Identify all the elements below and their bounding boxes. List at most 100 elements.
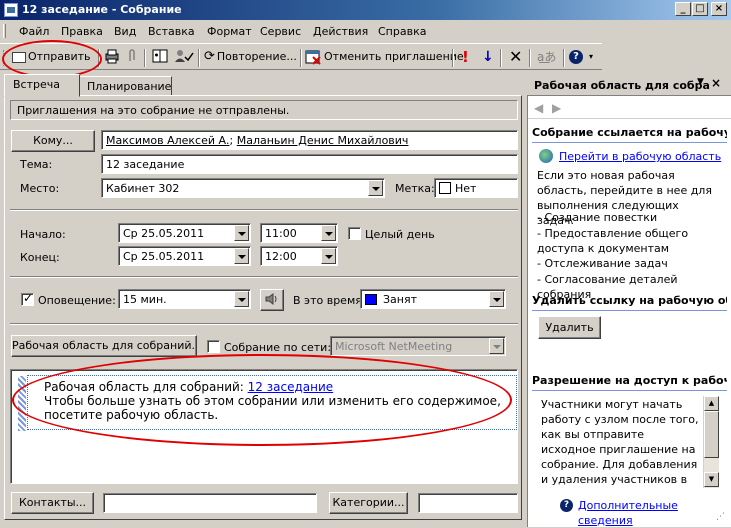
importance-low-icon[interactable]: ↓ <box>482 48 494 68</box>
reminder-sound-button[interactable] <box>260 289 284 311</box>
menu-insert[interactable]: Вставка <box>148 25 195 38</box>
chevron-down-icon[interactable] <box>489 291 504 307</box>
chevron-down-icon[interactable] <box>234 291 249 307</box>
minimize-button[interactable]: _ <box>675 2 691 16</box>
scroll-down-icon[interactable]: ▼ <box>704 472 719 487</box>
workspace-prefix: Рабочая область для собраний: <box>44 380 248 394</box>
delete-icon[interactable]: ✕ <box>509 48 522 68</box>
task-pane-nav: ◀ ▶ <box>528 97 731 119</box>
online-meeting-checkbox[interactable] <box>207 340 220 353</box>
send-button[interactable]: Отправить <box>12 48 91 68</box>
print-button[interactable] <box>104 48 120 68</box>
tab-appointment[interactable]: Встреча <box>4 74 80 97</box>
remove-link-button[interactable]: Удалить <box>538 316 601 339</box>
info-bar: Приглашения на это собрание не отправлен… <box>10 100 518 120</box>
workspace-description: Чтобы больше узнать об этом собрании или… <box>44 394 501 422</box>
reminder-checkbox[interactable] <box>21 291 34 306</box>
back-arrow-icon[interactable]: ◀ <box>534 101 543 115</box>
chevron-down-icon[interactable] <box>489 338 504 354</box>
close-button[interactable]: × <box>711 2 727 16</box>
menu-file[interactable]: Файл <box>19 25 49 38</box>
title-bar: 12 заседание - Собрание _ □ × <box>0 0 731 20</box>
chevron-down-icon[interactable] <box>234 248 249 264</box>
attach-button[interactable] <box>126 48 138 68</box>
scroll-up-icon[interactable]: ▲ <box>704 396 719 411</box>
end-time-value: 12:00 <box>265 250 297 263</box>
chevron-down-icon[interactable] <box>321 225 336 241</box>
forward-arrow-icon[interactable]: ▶ <box>552 101 561 115</box>
help-button[interactable]: ? <box>569 48 583 68</box>
menu-edit[interactable]: Правка <box>61 25 103 38</box>
toolbar-separator <box>452 49 454 67</box>
notes-body[interactable]: Рабочая область для собраний: 12 заседан… <box>10 369 518 484</box>
subject-input[interactable]: 12 заседание <box>101 154 518 174</box>
chevron-down-icon[interactable]: ▼ <box>697 77 704 87</box>
reminder-dropdown[interactable]: 15 мин. <box>118 289 251 309</box>
divider <box>10 276 518 278</box>
end-date-dropdown[interactable]: Ср 25.05.2011 <box>118 246 251 266</box>
section-rule <box>532 310 727 311</box>
online-meeting-label: Собрание по сети: <box>224 341 332 354</box>
recurrence-button[interactable]: ⟳ Повторение... <box>204 48 297 68</box>
more-info-link[interactable]: Дополнительные сведения <box>578 498 731 528</box>
address-book-button[interactable] <box>152 48 170 68</box>
start-label: Начало: <box>20 228 66 241</box>
location-label: Место: <box>20 182 60 195</box>
tab-strip: Встреча Планирование <box>4 74 522 97</box>
tab-scheduling[interactable]: Планирование <box>78 76 172 96</box>
permission-scrollbar[interactable]: ▲ ▼ <box>703 396 719 488</box>
attendee-1[interactable]: Максимов Алексей А. <box>106 134 230 147</box>
importance-high-icon[interactable]: ! <box>462 48 469 68</box>
show-as-dropdown[interactable]: Занят <box>360 289 506 309</box>
label-dropdown[interactable]: Нет <box>434 178 518 198</box>
categories-button[interactable]: Категории... <box>329 492 408 514</box>
menu-format[interactable]: Формат <box>207 25 252 38</box>
toolbar-options-chevron-icon[interactable]: ▾ <box>589 48 593 68</box>
chevron-down-icon[interactable] <box>321 248 336 264</box>
goto-workspace-link[interactable]: Перейти в рабочую область <box>559 149 721 164</box>
contacts-input[interactable] <box>103 493 317 513</box>
contacts-button[interactable]: Контакты... <box>11 492 94 514</box>
permission-description: Участники могут начать работу с узлом по… <box>541 398 699 486</box>
label-label: Метка: <box>395 182 435 195</box>
attendees-field[interactable]: Максимов Алексей А.; Маланьин Денис Миха… <box>101 130 518 150</box>
meeting-workspace-button[interactable]: Рабочая область для собраний... <box>11 335 197 357</box>
task-pane-header: Рабочая область для собра ▼ × <box>527 74 731 96</box>
menu-bar: Файл Правка Вид Вставка Формат Сервис Де… <box>0 20 731 42</box>
maximize-button[interactable]: □ <box>692 2 708 16</box>
task-item: - Отслеживание задач <box>537 257 668 270</box>
toolbar-separator <box>500 49 502 67</box>
to-button[interactable]: Кому... <box>11 130 95 152</box>
check-names-button[interactable] <box>174 48 194 68</box>
all-day-checkbox[interactable] <box>348 227 361 240</box>
standard-toolbar: Отправить ⟳ Повторение... Отменить пригла… <box>0 43 602 70</box>
end-time-dropdown[interactable]: 12:00 <box>260 246 338 266</box>
online-meeting-dropdown[interactable]: Microsoft NetMeeting <box>330 336 506 356</box>
speaker-icon <box>265 293 277 305</box>
help-icon: ? <box>569 50 583 64</box>
translate-icon[interactable]: a͟あ <box>537 48 556 68</box>
chevron-down-icon[interactable] <box>368 180 383 196</box>
globe-icon <box>539 149 553 163</box>
categories-input[interactable] <box>418 493 518 513</box>
all-day-label: Целый день <box>365 228 435 241</box>
chevron-down-icon[interactable] <box>234 225 249 241</box>
reminder-value: 15 мин. <box>123 293 167 306</box>
menu-tools[interactable]: Сервис <box>260 25 301 38</box>
resize-grip-icon[interactable]: ⋰ <box>716 512 725 522</box>
scroll-thumb[interactable] <box>704 411 719 458</box>
menu-view[interactable]: Вид <box>114 25 136 38</box>
workspace-link[interactable]: 12 заседание <box>248 380 333 394</box>
close-pane-icon[interactable]: × <box>711 76 721 90</box>
start-date-dropdown[interactable]: Ср 25.05.2011 <box>118 223 251 243</box>
start-time-dropdown[interactable]: 11:00 <box>260 223 338 243</box>
cancel-invitation-button[interactable]: Отменить приглашение <box>305 48 464 68</box>
show-as-label: В это время: <box>293 294 366 307</box>
menu-help[interactable]: Справка <box>378 25 426 38</box>
attendee-2[interactable]: Маланьин Денис Михайлович <box>237 134 409 147</box>
menu-actions[interactable]: Действия <box>313 25 368 38</box>
workspace-info-block: Рабочая область для собраний: 12 заседан… <box>18 375 517 431</box>
location-dropdown[interactable]: Кабинет 302 <box>101 178 385 198</box>
section-remove-title: Удалить ссылку на рабочую обл <box>532 294 727 307</box>
cancel-calendar-icon <box>305 50 321 65</box>
